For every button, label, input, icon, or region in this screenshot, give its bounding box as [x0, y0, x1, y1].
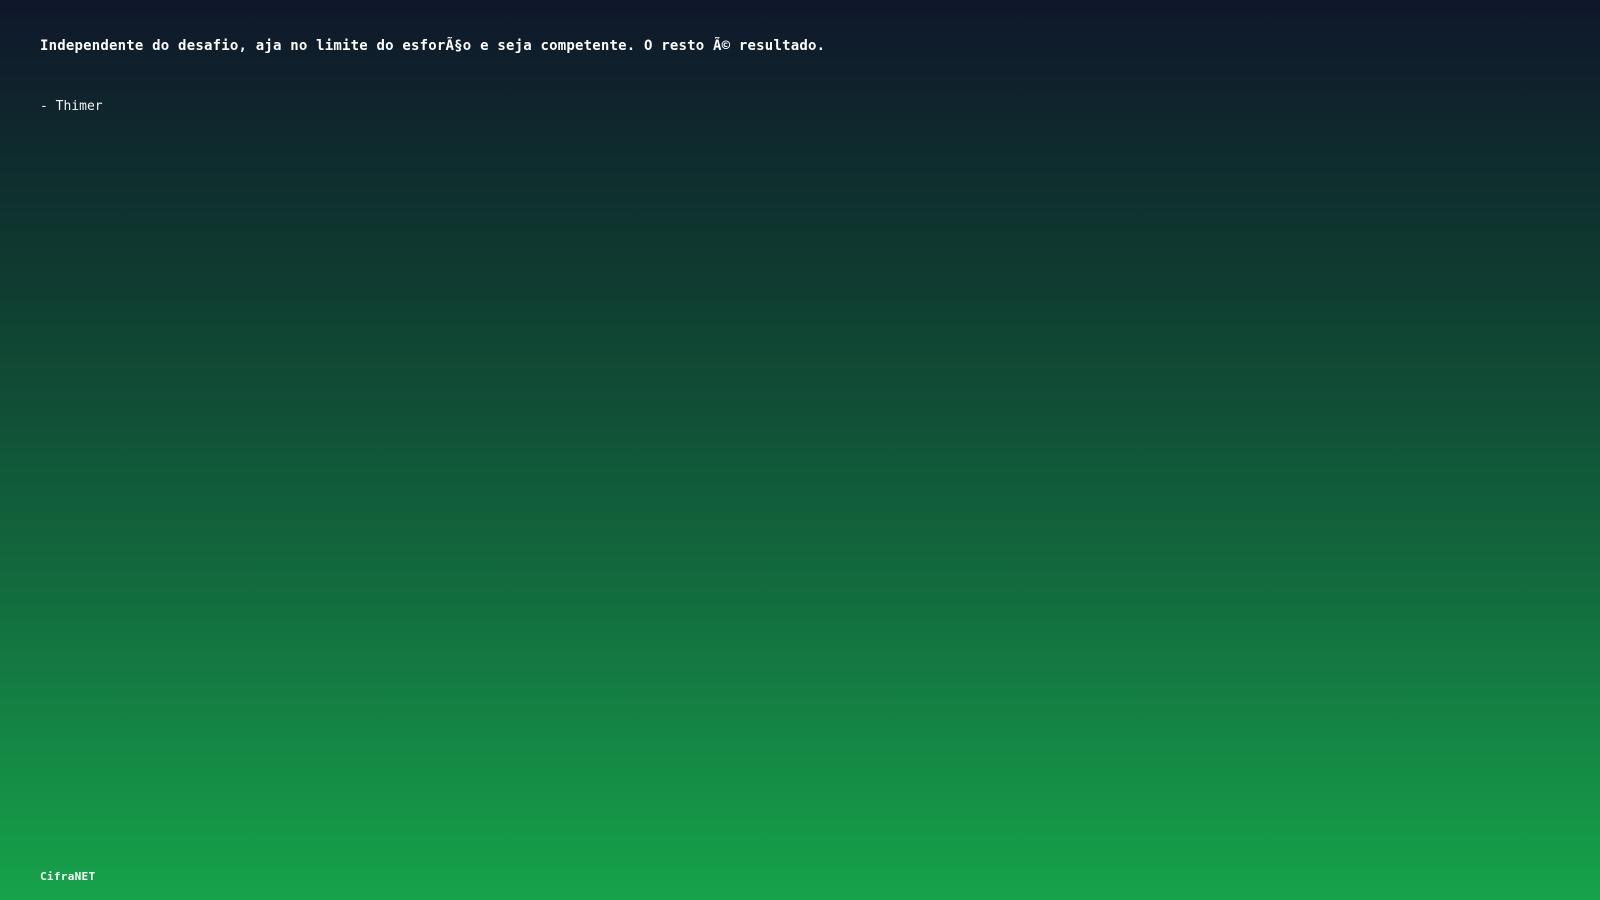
- quote-text: Independente do desafio, aja no limite d…: [40, 38, 826, 54]
- screensaver-screen: Independente do desafio, aja no limite d…: [0, 0, 1600, 900]
- brand-label: CifraNET: [40, 870, 96, 883]
- quote-author: - Thimer: [40, 99, 103, 114]
